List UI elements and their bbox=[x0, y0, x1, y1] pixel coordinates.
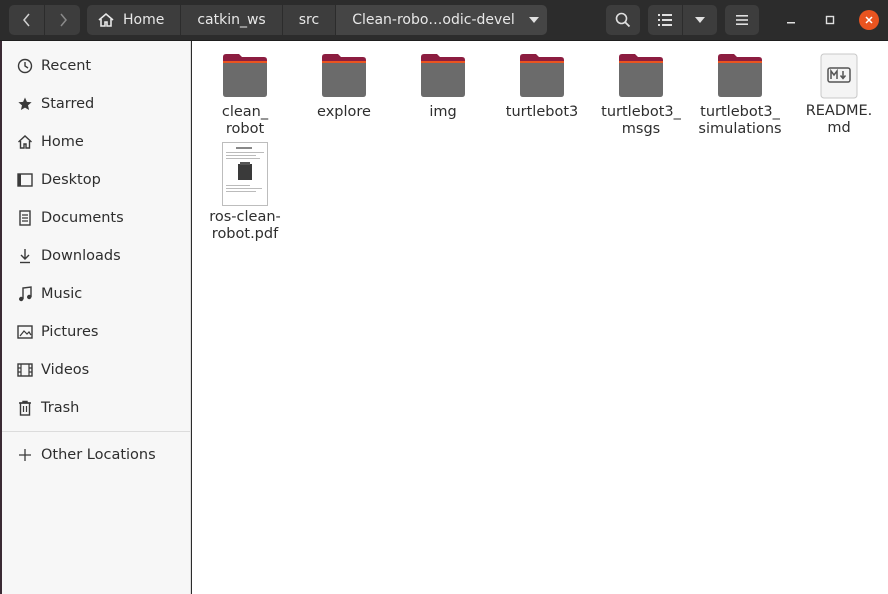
minimize-icon bbox=[787, 22, 795, 24]
sidebar-item-home[interactable]: Home bbox=[2, 125, 191, 159]
sidebar-item-other-locations[interactable]: Other Locations bbox=[2, 438, 191, 472]
caret-down-icon bbox=[695, 17, 705, 23]
sidebar-item-videos[interactable]: Videos bbox=[2, 353, 191, 387]
sidebar-item-trash[interactable]: Trash bbox=[2, 391, 191, 425]
sidebar-item-downloads[interactable]: Downloads bbox=[2, 239, 191, 273]
header-bar: Home catkin_ws src Clean-robo…odic-devel bbox=[0, 0, 888, 41]
hamburger-icon bbox=[736, 15, 748, 25]
maximize-button[interactable] bbox=[820, 10, 840, 30]
file-item-clean-robot[interactable]: clean_ robot bbox=[196, 53, 294, 138]
file-name: turtlebot3_ simulations bbox=[698, 104, 782, 137]
search-icon bbox=[615, 12, 631, 28]
home-icon bbox=[16, 133, 34, 151]
file-name: ros-clean- robot.pdf bbox=[209, 209, 281, 242]
file-item-readme[interactable]: README. md bbox=[790, 53, 888, 137]
sidebar-item-pictures[interactable]: Pictures bbox=[2, 315, 191, 349]
sidebar-item-desktop[interactable]: Desktop bbox=[2, 163, 191, 197]
sidebar-item-label: Starred bbox=[41, 96, 95, 112]
plus-icon bbox=[16, 446, 34, 464]
list-view-button[interactable] bbox=[648, 5, 682, 35]
folder-icon bbox=[421, 54, 465, 97]
close-icon bbox=[865, 16, 873, 24]
sidebar-item-label: Other Locations bbox=[41, 447, 156, 463]
folder-icon bbox=[619, 54, 663, 97]
breadcrumb: Home catkin_ws src Clean-robo…odic-devel bbox=[87, 5, 548, 35]
sidebar-item-label: Desktop bbox=[41, 172, 101, 188]
videos-icon bbox=[16, 361, 34, 379]
file-grid: clean_ robot explore img turtlebot3 turt… bbox=[192, 41, 888, 594]
forward-button[interactable] bbox=[45, 5, 80, 35]
list-view-icon bbox=[658, 14, 672, 26]
breadcrumb-label: Clean-robo…odic-devel bbox=[352, 12, 515, 28]
sidebar-item-starred[interactable]: Starred bbox=[2, 87, 191, 121]
breadcrumb-home[interactable]: Home bbox=[87, 5, 181, 35]
file-name: clean_ robot bbox=[221, 104, 269, 137]
sidebar-item-label: Pictures bbox=[41, 324, 99, 340]
caret-down-icon[interactable] bbox=[528, 17, 539, 23]
pdf-file-icon bbox=[222, 142, 268, 206]
breadcrumb-label: catkin_ws bbox=[197, 12, 266, 28]
breadcrumb-current[interactable]: Clean-robo…odic-devel bbox=[336, 5, 547, 35]
chevron-right-icon bbox=[59, 13, 67, 27]
folder-icon bbox=[520, 54, 564, 97]
sidebar-item-label: Videos bbox=[41, 362, 90, 378]
sidebar-item-label: Recent bbox=[41, 58, 92, 74]
file-name: turtlebot3_ msgs bbox=[601, 104, 681, 137]
breadcrumb-label: src bbox=[298, 12, 320, 28]
minimize-button[interactable] bbox=[781, 10, 801, 30]
sidebar-item-recent[interactable]: Recent bbox=[2, 49, 191, 83]
back-button[interactable] bbox=[9, 5, 44, 35]
sidebar-divider bbox=[2, 431, 191, 432]
sidebar-item-label: Music bbox=[41, 286, 83, 302]
file-item-explore[interactable]: explore bbox=[295, 53, 393, 121]
sidebar-item-label: Home bbox=[41, 134, 84, 150]
folder-icon bbox=[718, 54, 762, 97]
close-button[interactable] bbox=[859, 10, 879, 30]
home-icon bbox=[97, 12, 115, 28]
file-item-turtlebot3-simulations[interactable]: turtlebot3_ simulations bbox=[691, 53, 789, 138]
documents-icon bbox=[16, 209, 34, 227]
folder-icon bbox=[223, 54, 267, 97]
trash-icon bbox=[16, 399, 34, 417]
file-item-turtlebot3[interactable]: turtlebot3 bbox=[493, 53, 591, 121]
search-button[interactable] bbox=[606, 5, 640, 35]
sidebar-item-label: Downloads bbox=[41, 248, 121, 264]
file-name: turtlebot3 bbox=[505, 104, 579, 120]
menu-button[interactable] bbox=[725, 5, 759, 35]
pictures-icon bbox=[16, 323, 34, 341]
desktop-icon bbox=[16, 171, 34, 189]
breadcrumb-src[interactable]: src bbox=[282, 5, 336, 35]
sidebar-item-documents[interactable]: Documents bbox=[2, 201, 191, 235]
music-icon bbox=[16, 285, 34, 303]
breadcrumb-catkin-ws[interactable]: catkin_ws bbox=[181, 5, 282, 35]
markdown-file-icon bbox=[820, 53, 858, 99]
sidebar-item-music[interactable]: Music bbox=[2, 277, 191, 311]
sidebar-item-label: Trash bbox=[41, 400, 80, 416]
sidebar-item-label: Documents bbox=[41, 210, 124, 226]
file-name: img bbox=[429, 104, 457, 120]
downloads-icon bbox=[16, 247, 34, 265]
maximize-icon bbox=[825, 15, 835, 25]
breadcrumb-label: Home bbox=[123, 12, 165, 28]
star-icon bbox=[16, 95, 34, 113]
file-item-img[interactable]: img bbox=[394, 53, 492, 121]
file-manager-window: Home catkin_ws src Clean-robo…odic-devel bbox=[0, 0, 888, 594]
file-item-pdf[interactable]: ros-clean- robot.pdf bbox=[196, 142, 294, 243]
view-options-button[interactable] bbox=[683, 5, 717, 35]
file-name: explore bbox=[317, 104, 371, 120]
folder-icon bbox=[322, 54, 366, 97]
chevron-left-icon bbox=[22, 13, 30, 27]
sidebar: Recent Starred Home Desktop Documents Do… bbox=[0, 41, 191, 594]
file-name: README. md bbox=[805, 103, 873, 136]
file-item-turtlebot3-msgs[interactable]: turtlebot3_ msgs bbox=[592, 53, 690, 138]
clock-icon bbox=[16, 57, 34, 75]
